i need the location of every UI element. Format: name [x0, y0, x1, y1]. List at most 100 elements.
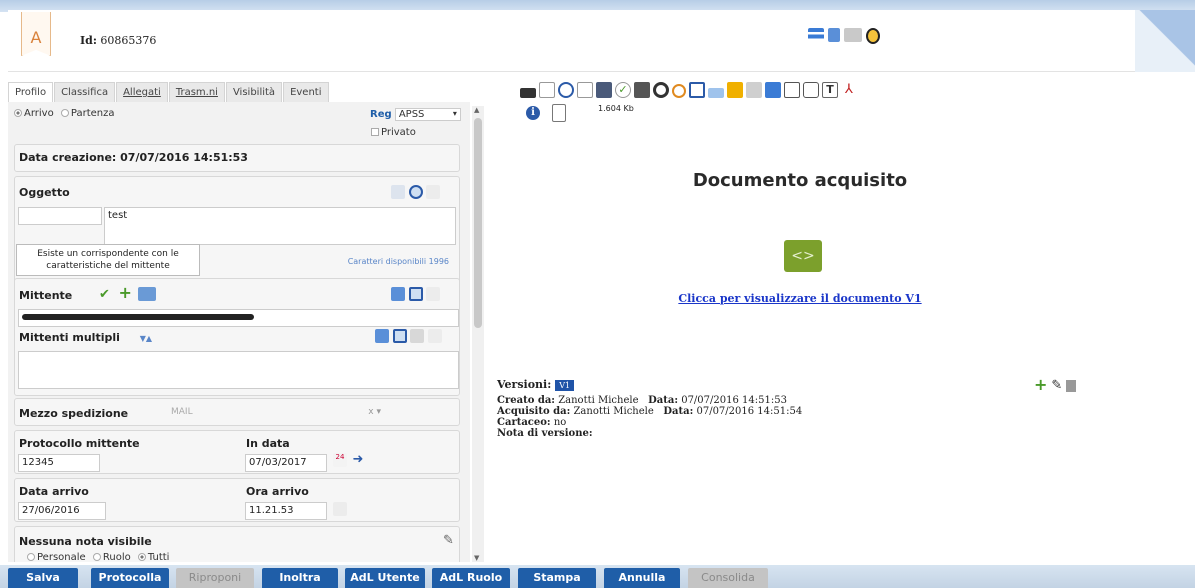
document-icon[interactable]: [426, 185, 440, 199]
trash-icon[interactable]: [410, 329, 424, 343]
trash-icon[interactable]: [1066, 380, 1077, 392]
privato-checkbox[interactable]: [371, 128, 379, 136]
view-document-link[interactable]: Clicca per visualizzare il documento V1: [600, 292, 1000, 305]
calendar-icon[interactable]: 24: [333, 453, 347, 467]
creato-data-label: Data:: [648, 395, 679, 406]
versions-header: Versioni: V1: [497, 378, 802, 391]
annulla-button[interactable]: Annulla: [604, 568, 680, 588]
search-icon[interactable]: [558, 82, 574, 98]
scroll-up-icon[interactable]: ▲: [474, 106, 479, 114]
left-scrollbar[interactable]: ▲ ▼: [472, 106, 484, 562]
scan-icon[interactable]: [689, 82, 705, 98]
tutti-label: Tutti: [147, 552, 170, 562]
mittenti-multipli-list[interactable]: [18, 351, 459, 389]
redacted-email: [22, 314, 254, 320]
header-corner-decoration: [1135, 10, 1195, 72]
action-bar: Salva Protocolla Riproponi Inoltra AdL U…: [0, 565, 1195, 588]
zoom-icon[interactable]: [577, 82, 593, 98]
search-icon[interactable]: [408, 287, 423, 301]
ora-arrivo-input[interactable]: 11.21.53: [245, 502, 327, 520]
registry-select[interactable]: APSS ▾: [394, 108, 461, 121]
stamp-icon[interactable]: [672, 84, 686, 98]
tab-bar: Profilo Classifica Allegati Trasm.ni Vis…: [8, 82, 330, 102]
scroll-thumb[interactable]: [474, 118, 482, 328]
oggetto-textarea[interactable]: test: [104, 207, 456, 245]
address-book-icon[interactable]: [375, 329, 389, 343]
lock-icon[interactable]: [727, 82, 743, 98]
scroll-down-icon[interactable]: ▼: [474, 554, 479, 562]
version-badge[interactable]: V1: [555, 380, 575, 391]
check-icon[interactable]: ✔: [99, 287, 115, 302]
timer-icon[interactable]: [866, 28, 880, 44]
pdf-icon[interactable]: ⅄: [841, 82, 857, 98]
edit-icon[interactable]: ✎: [1051, 378, 1062, 393]
ruolo-radio[interactable]: [92, 553, 101, 561]
info-icon[interactable]: i: [526, 106, 540, 120]
consolida-button[interactable]: Consolida: [688, 568, 768, 588]
mezzo-label: Mezzo spedizione: [19, 407, 129, 420]
oggetto-tools: [391, 185, 440, 199]
inoltra-button[interactable]: Inoltra: [262, 568, 338, 588]
tutti-radio[interactable]: [137, 553, 146, 561]
edit-icon[interactable]: ✎: [443, 533, 457, 548]
acquisito-value: Zanotti Michele: [573, 406, 654, 417]
mezzo-select[interactable]: MAIL x ▾: [167, 404, 383, 420]
tab-profilo[interactable]: Profilo: [8, 82, 54, 102]
oggetto-label: Oggetto: [19, 186, 70, 199]
email-icon[interactable]: [138, 287, 156, 301]
save-icon[interactable]: [520, 88, 536, 98]
in-data-input[interactable]: 07/03/2017: [245, 454, 327, 472]
page-break-icon[interactable]: [708, 88, 724, 98]
scanner-icon[interactable]: [844, 28, 862, 42]
partenza-radio[interactable]: [60, 109, 69, 117]
id-label: Id:: [80, 34, 97, 47]
fullscreen-icon[interactable]: [784, 82, 800, 98]
clock-icon[interactable]: [333, 502, 347, 516]
adl-utente-button[interactable]: AdL Utente: [345, 568, 425, 588]
list-icon[interactable]: [808, 28, 824, 42]
oggetto-code-input[interactable]: [18, 207, 102, 225]
riproponi-button[interactable]: Riproponi: [176, 568, 254, 588]
personale-radio[interactable]: [27, 553, 35, 561]
document-icon[interactable]: [426, 287, 440, 301]
add-icon[interactable]: +: [119, 285, 135, 301]
arrivo-radio[interactable]: [14, 109, 22, 117]
code-document-icon[interactable]: <>: [784, 240, 822, 272]
page-icon[interactable]: [539, 82, 555, 98]
document-icon[interactable]: [828, 28, 840, 42]
tab-eventi[interactable]: Eventi: [283, 82, 329, 102]
clipboard-icon[interactable]: [552, 104, 566, 122]
mittente-input[interactable]: [18, 309, 459, 327]
add-version-icon[interactable]: +: [1034, 377, 1047, 393]
stampa-button[interactable]: Stampa: [518, 568, 596, 588]
privato-label: Privato: [381, 127, 416, 138]
arrow-forward-icon[interactable]: ➜: [351, 453, 365, 467]
clock-icon[interactable]: [653, 82, 669, 98]
address-book-icon[interactable]: [391, 287, 405, 301]
sort-arrows-icon[interactable]: ▼▲: [140, 334, 152, 343]
tab-visibilita[interactable]: Visibilità: [225, 82, 283, 102]
certificate-icon[interactable]: [765, 82, 781, 98]
adl-ruolo-button[interactable]: AdL Ruolo: [432, 568, 510, 588]
salva-button[interactable]: Salva: [8, 568, 78, 588]
tab-trasmissioni[interactable]: Trasm.ni: [168, 82, 225, 102]
search-icon[interactable]: [392, 329, 407, 343]
document-id: Id: 60865376: [80, 34, 156, 47]
text-icon[interactable]: T: [822, 82, 838, 98]
tab-classifica[interactable]: Classifica: [54, 82, 116, 102]
tab-allegati[interactable]: Allegati: [116, 82, 168, 102]
nota-label: Nessuna nota visibile: [19, 535, 152, 548]
data-arrivo-input[interactable]: 27/06/2016: [18, 502, 106, 520]
check-icon[interactable]: ✓: [615, 82, 631, 98]
document-icon[interactable]: [427, 329, 442, 343]
preview-icon[interactable]: [803, 82, 819, 98]
version-actions: + ✎: [1034, 377, 1077, 393]
protocolla-button[interactable]: Protocolla: [91, 568, 169, 588]
protocollo-input[interactable]: 12345: [18, 454, 100, 472]
barcode-icon[interactable]: [634, 82, 650, 98]
clear-icon[interactable]: x ▾: [368, 404, 381, 420]
note-icon[interactable]: [391, 185, 405, 199]
signature-icon[interactable]: [596, 82, 612, 98]
search-icon[interactable]: [408, 185, 423, 199]
unlock-icon[interactable]: [746, 82, 762, 98]
